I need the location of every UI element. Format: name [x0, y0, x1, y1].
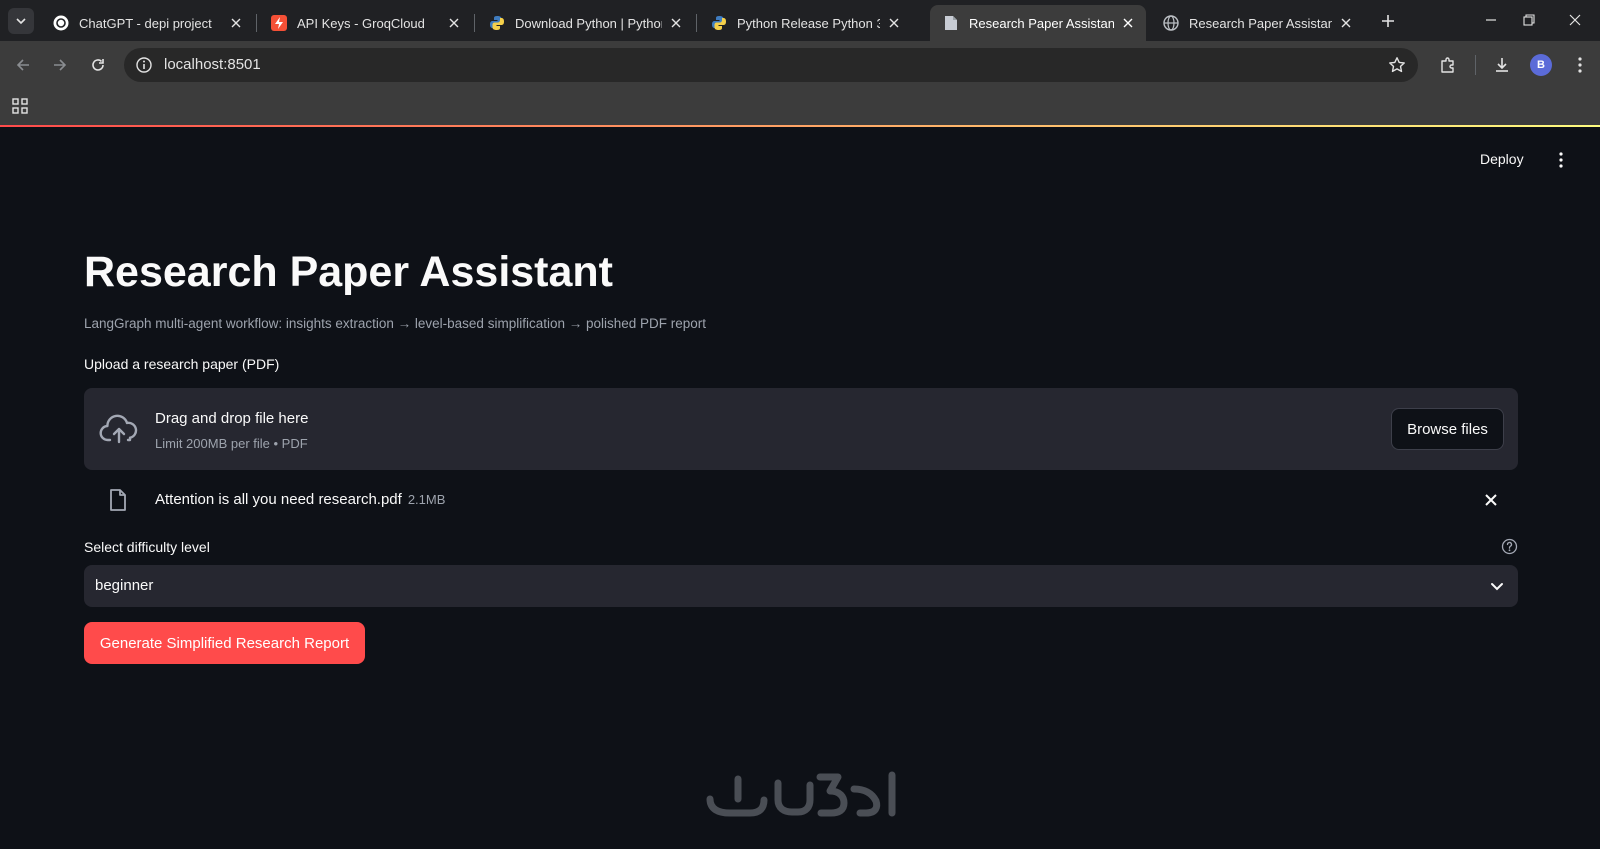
- help-icon[interactable]: [1501, 538, 1518, 555]
- close-icon[interactable]: [668, 15, 684, 31]
- document-icon: [943, 15, 959, 31]
- watermark-logo: [706, 771, 896, 817]
- tab-download-python[interactable]: Download Python | Python: [476, 5, 694, 41]
- back-button[interactable]: [11, 53, 35, 77]
- downloads-button[interactable]: [1490, 53, 1514, 77]
- tab-chatgpt[interactable]: ChatGPT - depi project: [40, 5, 254, 41]
- close-icon[interactable]: [228, 15, 244, 31]
- file-name-text: Attention is all you need research.pdf: [155, 491, 402, 508]
- plus-icon: [1382, 15, 1394, 27]
- minimize-button[interactable]: [1478, 8, 1504, 32]
- tab-search-button[interactable]: [8, 8, 34, 34]
- download-icon: [1496, 58, 1508, 72]
- page-caption: LangGraph multi-agent workflow: insights…: [84, 316, 707, 331]
- tab-python-release[interactable]: Python Release Python 3.1: [698, 5, 912, 41]
- kebab-menu-icon: [1578, 57, 1582, 73]
- arrow-right-icon: [54, 59, 67, 71]
- minimize-icon: [1486, 19, 1496, 21]
- profile-avatar[interactable]: B: [1530, 54, 1552, 76]
- tab-separator: [696, 14, 697, 32]
- cloud-upload-icon: [99, 414, 138, 444]
- site-info-icon[interactable]: [135, 56, 153, 74]
- upload-label: Upload a research paper (PDF): [84, 356, 280, 372]
- header-decoration-bar: [0, 125, 1600, 127]
- close-icon[interactable]: [886, 15, 902, 31]
- difficulty-label: Select difficulty level: [84, 539, 210, 555]
- restore-icon: [1523, 14, 1535, 26]
- tab-groq[interactable]: API Keys - GroqCloud: [258, 5, 472, 41]
- url-text[interactable]: localhost:8501: [164, 56, 261, 73]
- tab-title: API Keys - GroqCloud: [297, 15, 425, 31]
- bookmarks-bar: [0, 89, 1600, 125]
- restore-button[interactable]: [1516, 8, 1542, 32]
- page-title: Research Paper Assistant: [84, 248, 613, 296]
- new-tab-button[interactable]: [1378, 11, 1398, 31]
- browser-tab-strip: ChatGPT - depi project API Keys - GroqCl…: [0, 0, 1600, 41]
- deploy-button[interactable]: Deploy: [1480, 151, 1524, 167]
- forward-button[interactable]: [48, 53, 72, 77]
- uploaded-file-item: Attention is all you need research.pdf 2.…: [84, 478, 1518, 522]
- tab-research-paper-assistant-2[interactable]: Research Paper Assistant -: [1150, 5, 1364, 41]
- tab-research-paper-assistant[interactable]: Research Paper Assistant: [930, 5, 1146, 41]
- tab-title: Research Paper Assistant: [969, 15, 1114, 31]
- file-icon: [110, 489, 126, 511]
- close-window-button[interactable]: [1562, 8, 1588, 32]
- difficulty-selected-value: beginner: [95, 577, 154, 594]
- difficulty-select[interactable]: beginner: [84, 565, 1518, 607]
- extensions-button[interactable]: [1436, 53, 1460, 77]
- apps-grid-icon[interactable]: [11, 97, 29, 115]
- tab-separator: [474, 14, 475, 32]
- globe-icon: [1163, 15, 1179, 31]
- tab-title: Python Release Python 3.1: [737, 15, 880, 31]
- file-dropzone[interactable]: Drag and drop file here Limit 200MB per …: [84, 388, 1518, 470]
- reload-icon: [92, 59, 104, 71]
- python-icon: [711, 15, 727, 31]
- browser-toolbar: localhost:8501 B: [0, 41, 1600, 89]
- chevron-down-icon: [1491, 583, 1503, 591]
- tab-title: Research Paper Assistant -: [1189, 15, 1332, 31]
- close-icon[interactable]: [1338, 15, 1354, 31]
- dropzone-limit: Limit 200MB per file • PDF: [155, 436, 308, 451]
- chatgpt-icon: [53, 15, 69, 31]
- chevron-down-icon: [16, 18, 26, 25]
- remove-file-button[interactable]: [1481, 490, 1501, 510]
- uploaded-file-size: 2.1MB: [407, 492, 446, 507]
- bookmark-star-icon[interactable]: [1388, 56, 1406, 74]
- generate-report-button[interactable]: Generate Simplified Research Report: [84, 622, 365, 664]
- tab-title: ChatGPT - depi project: [79, 15, 212, 31]
- dropzone-instructions: Drag and drop file here: [155, 410, 309, 427]
- browser-menu-button[interactable]: [1568, 53, 1592, 77]
- reload-button[interactable]: [86, 53, 110, 77]
- app-viewport: Deploy Research Paper Assistant LangGrap…: [0, 125, 1600, 849]
- uploaded-file-name: Attention is all you need research.pdf 2.…: [155, 491, 445, 508]
- close-icon: [1485, 494, 1497, 506]
- arrow-left-icon: [16, 59, 29, 71]
- app-menu-icon[interactable]: [1552, 151, 1570, 169]
- tab-separator: [256, 14, 257, 32]
- toolbar-divider: [1475, 55, 1476, 75]
- tab-title: Download Python | Python: [515, 15, 662, 31]
- browse-files-button[interactable]: Browse files: [1391, 408, 1504, 450]
- close-icon[interactable]: [1120, 15, 1136, 31]
- close-icon: [1569, 14, 1581, 26]
- close-icon[interactable]: [446, 15, 462, 31]
- address-bar[interactable]: localhost:8501: [124, 48, 1418, 82]
- puzzle-icon: [1441, 57, 1454, 73]
- groq-icon: [271, 15, 287, 31]
- python-icon: [489, 15, 505, 31]
